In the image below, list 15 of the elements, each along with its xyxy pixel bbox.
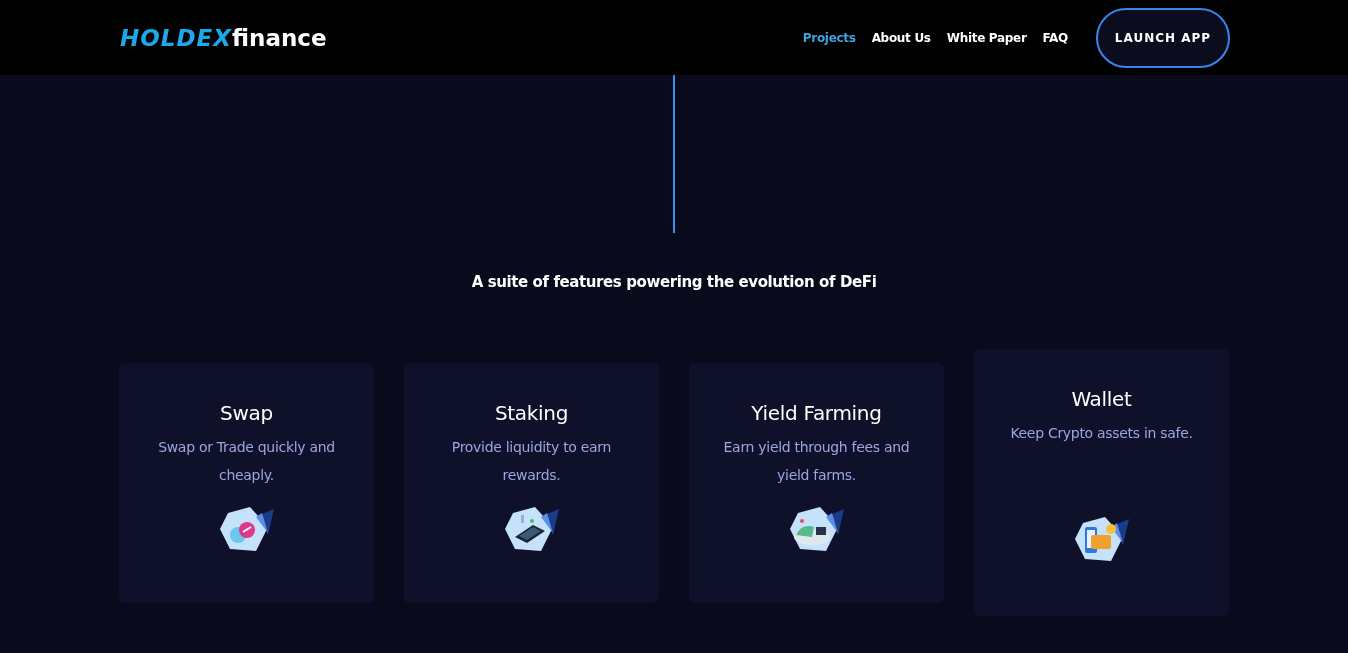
card-title: Staking [494, 401, 569, 425]
launch-app-button[interactable]: LAUNCH APP [1096, 7, 1230, 68]
card-title: Yield Farming [751, 401, 882, 425]
card-description: Swap or Trade quickly and cheaply. [157, 438, 336, 485]
card-description: Earn yield through fees and yield farms. [722, 438, 911, 485]
logo[interactable]: HOLDEXfinance [120, 24, 327, 51]
card-description: Provide liquidity to earn rewards. [450, 438, 613, 485]
card-description: Keep Crypto assets in safe. [1009, 424, 1194, 443]
nav-link[interactable]: White Paper [946, 30, 1027, 45]
card-title: Swap [220, 401, 273, 425]
nav-link[interactable]: FAQ [1042, 30, 1068, 45]
section-heading: A suite of features powering the evolution of DeFi [471, 273, 877, 291]
nav-link[interactable]: About Us [871, 30, 931, 45]
card-title: Wallet [1071, 387, 1132, 411]
nav-link[interactable]: Projects [802, 30, 856, 45]
